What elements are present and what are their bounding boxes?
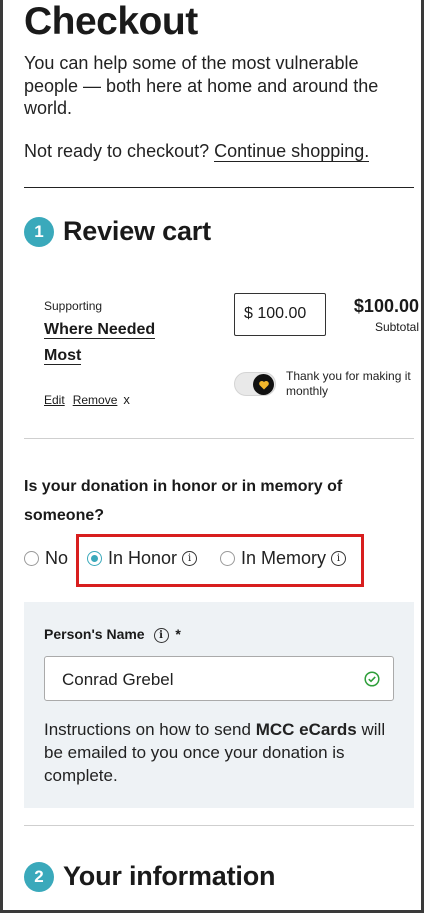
- toggle-knob: [253, 374, 274, 395]
- remove-x-icon[interactable]: x: [123, 392, 130, 407]
- amount-input[interactable]: $ 100.00: [234, 293, 326, 336]
- step-number-badge: 2: [24, 861, 54, 892]
- fund-name[interactable]: Where Needed Most: [44, 317, 194, 369]
- supporting-label: Supporting: [44, 299, 103, 313]
- radio-label: No: [45, 548, 69, 568]
- radio-label: In Memory: [241, 548, 327, 568]
- honor-question: Is your donation in honor or in memory o…: [24, 478, 343, 524]
- review-cart-title: Review cart: [63, 216, 211, 246]
- cart-total: $100.00: [353, 296, 419, 316]
- ecard-note: Instructions on how to send MCC eCards w…: [44, 718, 404, 787]
- continue-shopping-link[interactable]: Continue shopping.: [214, 141, 370, 162]
- intro-text: You can help some of the most vulnerable…: [24, 53, 379, 118]
- review-cart-heading: 1 Review cart: [24, 216, 211, 247]
- check-circle-icon: [364, 671, 380, 687]
- honoree-panel: Person's Name i * Conrad Grebel Instruct…: [24, 602, 414, 808]
- section-divider: [24, 825, 414, 826]
- subtotal-label: Subtotal: [374, 320, 419, 334]
- radio-no[interactable]: No: [24, 548, 68, 569]
- person-name-label: Person's Name i *: [44, 626, 181, 643]
- step-number-badge: 1: [24, 216, 54, 247]
- radio-in-memory[interactable]: In Memory i: [220, 548, 347, 569]
- fund-name-link[interactable]: Where Needed Most: [44, 321, 156, 365]
- remove-link[interactable]: Remove: [73, 393, 118, 407]
- cart-item-actions: Edit Remove x: [44, 392, 130, 407]
- radio-circle-selected[interactable]: [87, 551, 102, 566]
- radio-circle[interactable]: [24, 551, 39, 566]
- checkout-page: Checkout You can help some of the most v…: [3, 0, 421, 910]
- not-ready-line: Not ready to checkout? Continue shopping…: [24, 141, 370, 162]
- info-icon[interactable]: i: [331, 551, 347, 566]
- your-information-title: Your information: [63, 861, 276, 891]
- monthly-toggle[interactable]: [234, 372, 276, 396]
- monthly-label: Thank you for making it monthly: [286, 369, 411, 398]
- section-divider: [24, 438, 414, 439]
- section-divider: [24, 187, 414, 188]
- edit-link[interactable]: Edit: [44, 393, 65, 407]
- required-mark: *: [175, 626, 181, 642]
- radio-in-honor[interactable]: In Honor i: [87, 548, 198, 569]
- info-icon[interactable]: i: [153, 627, 169, 643]
- your-information-heading: 2 Your information: [24, 861, 275, 892]
- page-title: Checkout: [24, 0, 198, 43]
- person-name-label-text: Person's Name: [44, 626, 145, 642]
- radio-label: In Honor: [108, 548, 178, 568]
- ecard-note-bold: MCC eCards: [255, 720, 357, 739]
- radio-circle[interactable]: [220, 551, 235, 566]
- not-ready-text: Not ready to checkout?: [24, 141, 210, 161]
- info-icon[interactable]: i: [182, 551, 198, 566]
- ecard-note-prefix: Instructions on how to send: [44, 720, 256, 739]
- heart-icon: [258, 380, 269, 389]
- person-name-input[interactable]: Conrad Grebel: [44, 656, 394, 701]
